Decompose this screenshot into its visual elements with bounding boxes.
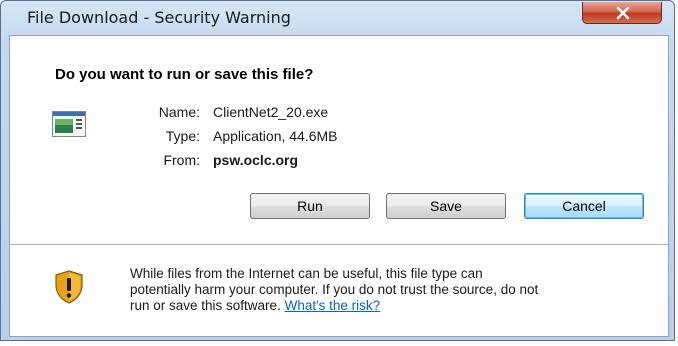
file-type-value: Application, 44.6MB bbox=[213, 128, 338, 144]
warning-line-3: run or save this software. What's the ri… bbox=[130, 298, 650, 314]
shield-warning-icon bbox=[55, 270, 83, 304]
cancel-button[interactable]: Cancel bbox=[524, 193, 644, 219]
from-label: From: bbox=[163, 152, 200, 168]
dialog-question: Do you want to run or save this file? bbox=[55, 66, 314, 83]
file-source-value: psw.oclc.org bbox=[213, 152, 299, 168]
warning-line-1: While files from the Internet can be use… bbox=[130, 266, 483, 281]
run-button[interactable]: Run bbox=[250, 193, 370, 219]
security-warning-text: While files from the Internet can be use… bbox=[130, 266, 650, 314]
save-button[interactable]: Save bbox=[386, 193, 506, 219]
security-warning-dialog: File Download - Security Warning Do you … bbox=[0, 0, 675, 341]
close-button[interactable] bbox=[582, 2, 662, 24]
application-file-icon bbox=[52, 111, 86, 137]
warning-line-3-text: run or save this software. bbox=[130, 298, 285, 313]
section-divider bbox=[10, 244, 668, 245]
dialog-content: Do you want to run or save this file? Na… bbox=[9, 35, 669, 337]
type-label: Type: bbox=[165, 128, 200, 144]
window-title: File Download - Security Warning bbox=[27, 8, 291, 27]
name-label: Name: bbox=[158, 104, 200, 120]
warning-line-2: potentially harm your computer. If you d… bbox=[130, 282, 539, 297]
whats-the-risk-link[interactable]: What's the risk? bbox=[285, 298, 381, 313]
file-name-value: ClientNet2_20.exe bbox=[213, 104, 329, 120]
close-icon bbox=[616, 6, 630, 20]
title-bar[interactable]: File Download - Security Warning bbox=[1, 1, 674, 35]
